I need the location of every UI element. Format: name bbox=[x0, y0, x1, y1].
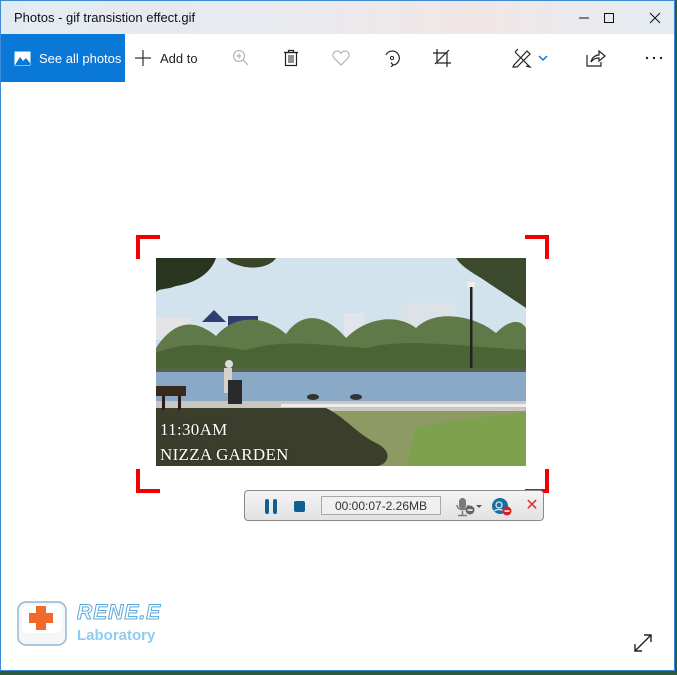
title-bar: Photos - gif transistion effect.gif bbox=[1, 1, 674, 34]
pause-button[interactable] bbox=[264, 499, 278, 514]
maximize-icon bbox=[604, 12, 614, 23]
recording-status: 00:00:07-2.26MB bbox=[321, 496, 441, 515]
selection-corner-bottom-left[interactable] bbox=[136, 469, 160, 493]
trash-icon bbox=[284, 49, 298, 67]
watermark-subtitle: Laboratory bbox=[77, 627, 156, 644]
selection-corner-top-left[interactable] bbox=[136, 235, 160, 259]
webcam-icon bbox=[492, 498, 512, 516]
see-all-photos-label: See all photos bbox=[39, 50, 122, 66]
rotate-button[interactable] bbox=[380, 34, 404, 82]
caption-place: NIZZA GARDEN bbox=[160, 445, 289, 464]
photos-icon bbox=[14, 51, 31, 65]
more-button[interactable] bbox=[642, 34, 666, 82]
rene-e-watermark: RENE.E Laboratory bbox=[17, 599, 177, 651]
delete-button[interactable] bbox=[279, 34, 303, 82]
caption-time: 11:30AM bbox=[160, 420, 228, 439]
edit-create-icon bbox=[512, 48, 532, 68]
watermark-brand: RENE.E bbox=[76, 601, 162, 625]
maximize-button[interactable] bbox=[586, 1, 632, 34]
zoom-button[interactable] bbox=[229, 34, 253, 82]
heart-icon bbox=[332, 50, 350, 66]
share-icon bbox=[586, 49, 606, 67]
microphone-button[interactable] bbox=[454, 497, 486, 517]
close-icon: ✕ bbox=[525, 497, 539, 514]
close-icon bbox=[649, 12, 661, 23]
recorder-close-button[interactable]: ✕ bbox=[523, 497, 541, 515]
favorite-button[interactable] bbox=[329, 34, 353, 82]
pause-icon-bar-right bbox=[273, 499, 277, 514]
add-to-button[interactable]: Add to bbox=[135, 34, 198, 82]
webcam-button[interactable] bbox=[491, 497, 513, 517]
window-title: Photos - gif transistion effect.gif bbox=[14, 10, 196, 25]
chevron-down-icon bbox=[538, 55, 548, 62]
close-button[interactable] bbox=[632, 1, 677, 34]
plus-icon bbox=[135, 50, 151, 66]
crop-button[interactable] bbox=[430, 34, 454, 82]
rotate-icon bbox=[385, 50, 400, 67]
pause-icon-bar-left bbox=[265, 499, 269, 514]
expand-icon bbox=[634, 634, 652, 652]
edit-create-button[interactable] bbox=[508, 34, 552, 82]
screen-recorder-bar: 00:00:07-2.26MB ✕ bbox=[244, 490, 544, 521]
add-to-label: Add to bbox=[160, 50, 198, 66]
stop-button[interactable] bbox=[294, 501, 305, 512]
fullscreen-button[interactable] bbox=[632, 632, 654, 654]
rene-e-logo-icon bbox=[17, 601, 67, 646]
crop-icon bbox=[433, 49, 451, 67]
photos-app-window: Photos - gif transistion effect.gif See … bbox=[0, 0, 675, 671]
zoom-in-icon bbox=[233, 50, 249, 66]
gif-image: 11:30AM NIZZA GARDEN bbox=[156, 258, 526, 466]
microphone-icon bbox=[456, 498, 482, 517]
share-button[interactable] bbox=[584, 34, 608, 82]
see-all-photos-button[interactable]: See all photos bbox=[1, 34, 125, 82]
more-icon bbox=[645, 56, 663, 60]
selection-corner-top-right[interactable] bbox=[525, 235, 549, 259]
toolbar: See all photos Add to bbox=[1, 34, 674, 82]
